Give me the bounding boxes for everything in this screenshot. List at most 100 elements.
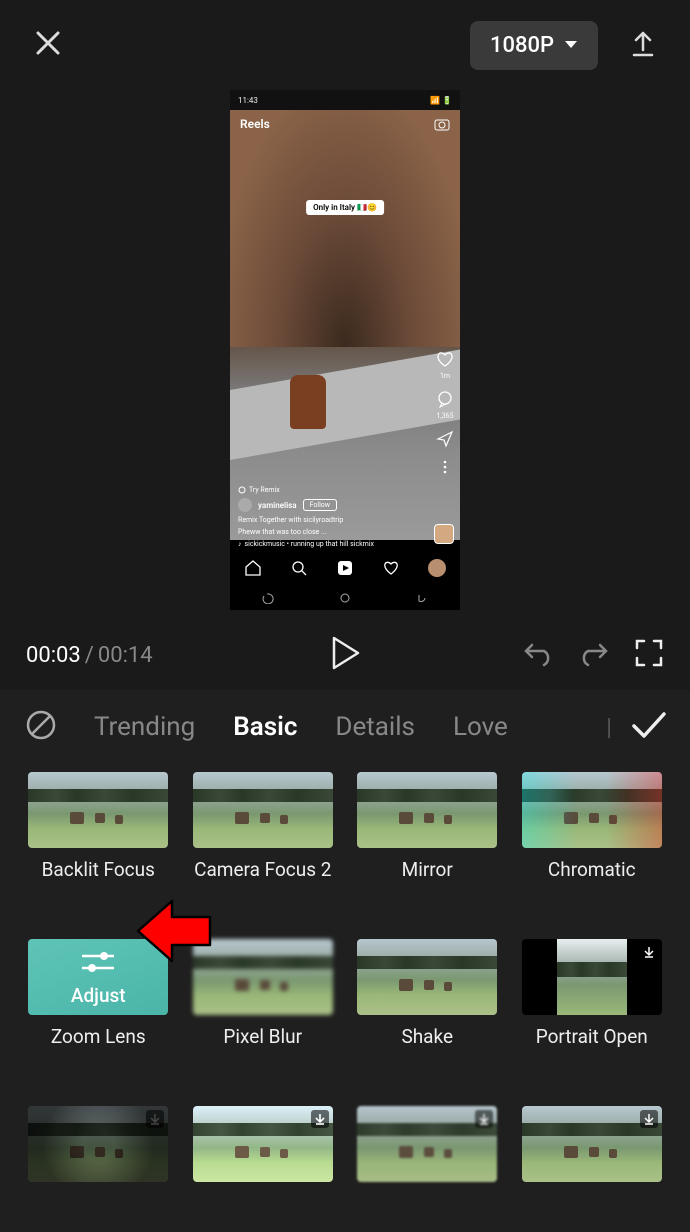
effects-grid[interactable]: Backlit Focus Camera Focus 2 Mirror Chromat…	[0, 764, 690, 1232]
tab-trending[interactable]: Trending	[94, 712, 195, 742]
effect-label: Portrait Open	[536, 1025, 648, 1048]
share-icon	[436, 430, 454, 450]
tab-basic[interactable]: Basic	[233, 712, 297, 742]
overlay-caption-pill: Only in Italy 🇮🇹😊	[306, 200, 384, 215]
effect-thumb	[522, 1106, 662, 1182]
effect-thumb: Adjust	[28, 939, 168, 1015]
profile-icon	[428, 559, 446, 577]
remix-icon	[238, 486, 246, 494]
reels-header: Reels	[230, 110, 460, 138]
effect-label: Chromatic	[548, 858, 636, 881]
effect-label: Camera Focus 2	[194, 858, 331, 881]
username: yaminelisa	[258, 501, 297, 510]
ig-bottom-nav	[230, 550, 460, 586]
remix-line: Remix Together with sicilyroadtrip	[238, 516, 410, 524]
current-time: 00:03	[26, 643, 81, 668]
fullscreen-button[interactable]	[634, 638, 664, 672]
resolution-selector[interactable]: 1080P	[470, 21, 598, 70]
effect-thumb	[522, 772, 662, 848]
undo-button[interactable]	[522, 639, 554, 671]
effects-tabs: Trending Basic Details Love |	[0, 690, 690, 764]
effect-thumb	[357, 1106, 497, 1182]
effect-row3-1[interactable]	[28, 1106, 169, 1232]
music-label: sickickmusic • running up that hill sick…	[245, 540, 375, 548]
download-icon	[146, 1110, 164, 1128]
adjust-icon	[78, 948, 118, 976]
download-icon	[475, 1110, 493, 1128]
download-icon	[640, 943, 658, 961]
status-icons: 📶 🔋	[430, 96, 452, 105]
resolution-label: 1080P	[490, 33, 554, 58]
like-icon: 1m	[436, 350, 454, 380]
caption-text: Pheww that was too close ...	[238, 528, 410, 536]
effect-thumb	[193, 1106, 333, 1182]
effect-thumb	[193, 939, 333, 1015]
tab-love[interactable]: Love	[453, 712, 508, 742]
effect-portrait-open[interactable]: Portrait Open	[522, 939, 663, 1088]
effect-row3-4[interactable]	[522, 1106, 663, 1232]
effect-backlit-focus[interactable]: Backlit Focus	[28, 772, 169, 921]
ig-bottom-meta: Try Remix yaminelisa Follow Remix Togeth…	[238, 486, 410, 548]
music-icon: ♪	[238, 540, 242, 548]
effect-camera-focus-2[interactable]: Camera Focus 2	[193, 772, 334, 921]
tab-details[interactable]: Details	[335, 712, 415, 742]
effect-label: Mirror	[402, 858, 453, 881]
video-preview[interactable]: 11:43 📶 🔋 Reels Only in Italy 🇮🇹😊 1m 1,3…	[230, 90, 460, 610]
heart-icon	[382, 559, 400, 577]
total-time: 00:14	[98, 643, 153, 668]
status-time: 11:43	[238, 96, 258, 105]
avatar	[238, 498, 252, 512]
effect-label: Pixel Blur	[223, 1025, 302, 1048]
confirm-button[interactable]	[630, 710, 668, 744]
adjust-label: Adjust	[71, 984, 126, 1007]
redo-button[interactable]	[578, 639, 610, 671]
effect-chromatic[interactable]: Chromatic	[522, 772, 663, 921]
back-icon	[416, 592, 428, 604]
comment-icon: 1,365	[436, 390, 454, 420]
effect-pixel-blur[interactable]: Pixel Blur	[193, 939, 334, 1088]
effect-thumb	[28, 772, 168, 848]
homekey-icon	[339, 592, 351, 604]
reels-icon	[336, 559, 354, 577]
effect-row3-3[interactable]	[357, 1106, 498, 1232]
effect-label: Backlit Focus	[42, 858, 155, 881]
ig-action-rail: 1m 1,365	[436, 350, 454, 476]
top-bar: 1080P	[0, 0, 690, 90]
search-icon	[290, 559, 308, 577]
try-remix-label: Try Remix	[249, 486, 280, 494]
effect-thumb	[28, 1106, 168, 1182]
disable-effect-button[interactable]	[24, 708, 58, 746]
time-display: 00:03/00:14	[26, 643, 153, 668]
effect-mirror[interactable]: Mirror	[357, 772, 498, 921]
effect-label: Zoom Lens	[51, 1025, 146, 1048]
follow-button: Follow	[303, 499, 337, 511]
audio-thumb	[434, 524, 454, 544]
effect-label: Shake	[401, 1025, 453, 1048]
more-icon	[443, 460, 447, 476]
tabs-separator: |	[606, 713, 612, 741]
effect-thumb	[193, 772, 333, 848]
recents-icon	[262, 592, 274, 604]
effect-shake[interactable]: Shake	[357, 939, 498, 1088]
top-right-controls: 1080P	[470, 21, 658, 70]
chevron-down-icon	[564, 40, 578, 50]
effect-thumb	[522, 939, 662, 1015]
effect-thumb	[357, 772, 497, 848]
camera-icon	[434, 116, 450, 132]
effect-row3-2[interactable]	[193, 1106, 334, 1232]
reels-title: Reels	[240, 117, 270, 131]
download-icon	[311, 1110, 329, 1128]
phone-status-bar: 11:43 📶 🔋	[230, 90, 460, 110]
download-icon	[640, 1110, 658, 1128]
android-nav-bar	[230, 586, 460, 610]
export-button[interactable]	[628, 28, 658, 62]
player-bar: 00:03/00:14	[0, 620, 690, 690]
close-button[interactable]	[32, 27, 64, 63]
ig-content	[230, 110, 460, 540]
time-sep: /	[85, 643, 94, 668]
effects-panel: Trending Basic Details Love | Backlit Focus…	[0, 690, 690, 1232]
effect-thumb	[357, 939, 497, 1015]
effect-zoom-lens[interactable]: Adjust Zoom Lens	[28, 939, 169, 1088]
play-button[interactable]	[330, 636, 360, 674]
preview-area: 11:43 📶 🔋 Reels Only in Italy 🇮🇹😊 1m 1,3…	[0, 90, 690, 620]
